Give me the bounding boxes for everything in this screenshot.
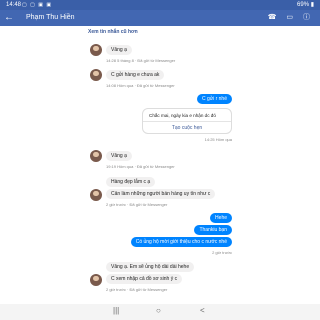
message-meta: 14:28 5 tháng 8 · Đã gửi từ Messenger [106,58,176,63]
back-button[interactable]: < [200,306,205,315]
conversation-header: ← Phạm Thu Hiền ☎ ▭ ⓘ [0,10,320,26]
incoming-message[interactable]: C xem nhập cả đồ sơ sinh ý c [106,274,183,284]
incoming-message[interactable]: Cản làm những người bán hàng uy tín như … [106,189,216,199]
avatar[interactable] [90,44,102,56]
card-divider [143,121,231,122]
status-icons: ▢ ▢ ▣ ▣ [22,2,53,8]
incoming-message[interactable]: Vâng ạ [106,151,132,161]
message-meta: 2 giờ trước · Đã gửi từ Messenger [106,202,168,207]
outgoing-message[interactable]: Hehe [210,213,232,223]
message-meta: 2 giờ trước · Đã gửi từ Messenger [106,287,168,292]
status-time: 14:48 [6,2,22,8]
incoming-message[interactable]: Hàng đẹp lắm c ạ [106,177,156,187]
back-arrow-icon[interactable]: ← [4,12,14,24]
incoming-message[interactable]: C gửi hàng e chưa ak [106,70,165,80]
contact-name[interactable]: Phạm Thu Hiền [26,13,75,23]
event-suggestion-card: Chắc mai, ngày kia e nhận dc đó Tạo cuộc… [142,108,232,134]
message-meta: 2 giờ trước [212,250,232,255]
avatar[interactable] [90,274,102,286]
message-meta: 14:25 Hôm qua [204,137,232,142]
recent-apps-button[interactable]: ||| [113,306,119,315]
battery-indicator: 69% ▮ [297,2,314,8]
create-appointment-link[interactable]: Tạo cuộc hẹn [143,125,231,131]
avatar[interactable] [90,150,102,162]
message-meta: 19:19 Hôm qua · Đã gửi từ Messenger [106,164,175,169]
incoming-message[interactable]: Vâng ạ. Em sẽ ủng hộ dài dài hehe [106,262,195,272]
incoming-message[interactable]: Vâng ạ [106,45,132,55]
header-action-icons[interactable]: ☎ ▭ ⓘ [268,13,314,23]
outgoing-message[interactable]: Có ủng hộ mời giới thiệu cho c nước nhé [130,237,232,247]
home-button[interactable]: ○ [156,306,161,315]
view-older-messages-link[interactable]: Xem tin nhắn cũ hơn [88,29,138,35]
message-list: Vâng ạ 14:28 5 tháng 8 · Đã gửi từ Messe… [0,36,320,304]
avatar[interactable] [90,69,102,81]
outgoing-message[interactable]: Thankiu bạn [194,225,232,235]
outgoing-message[interactable]: C gửi r nhé [196,94,232,104]
avatar[interactable] [90,189,102,201]
card-text: Chắc mai, ngày kia e nhận dc đó [149,113,216,118]
message-meta: 14:08 Hôm qua · Đã gửi từ Messenger [106,83,175,88]
status-bar: 14:48 ▢ ▢ ▣ ▣ 69% ▮ [0,0,320,10]
android-nav-bar: ||| ○ < [0,304,320,320]
